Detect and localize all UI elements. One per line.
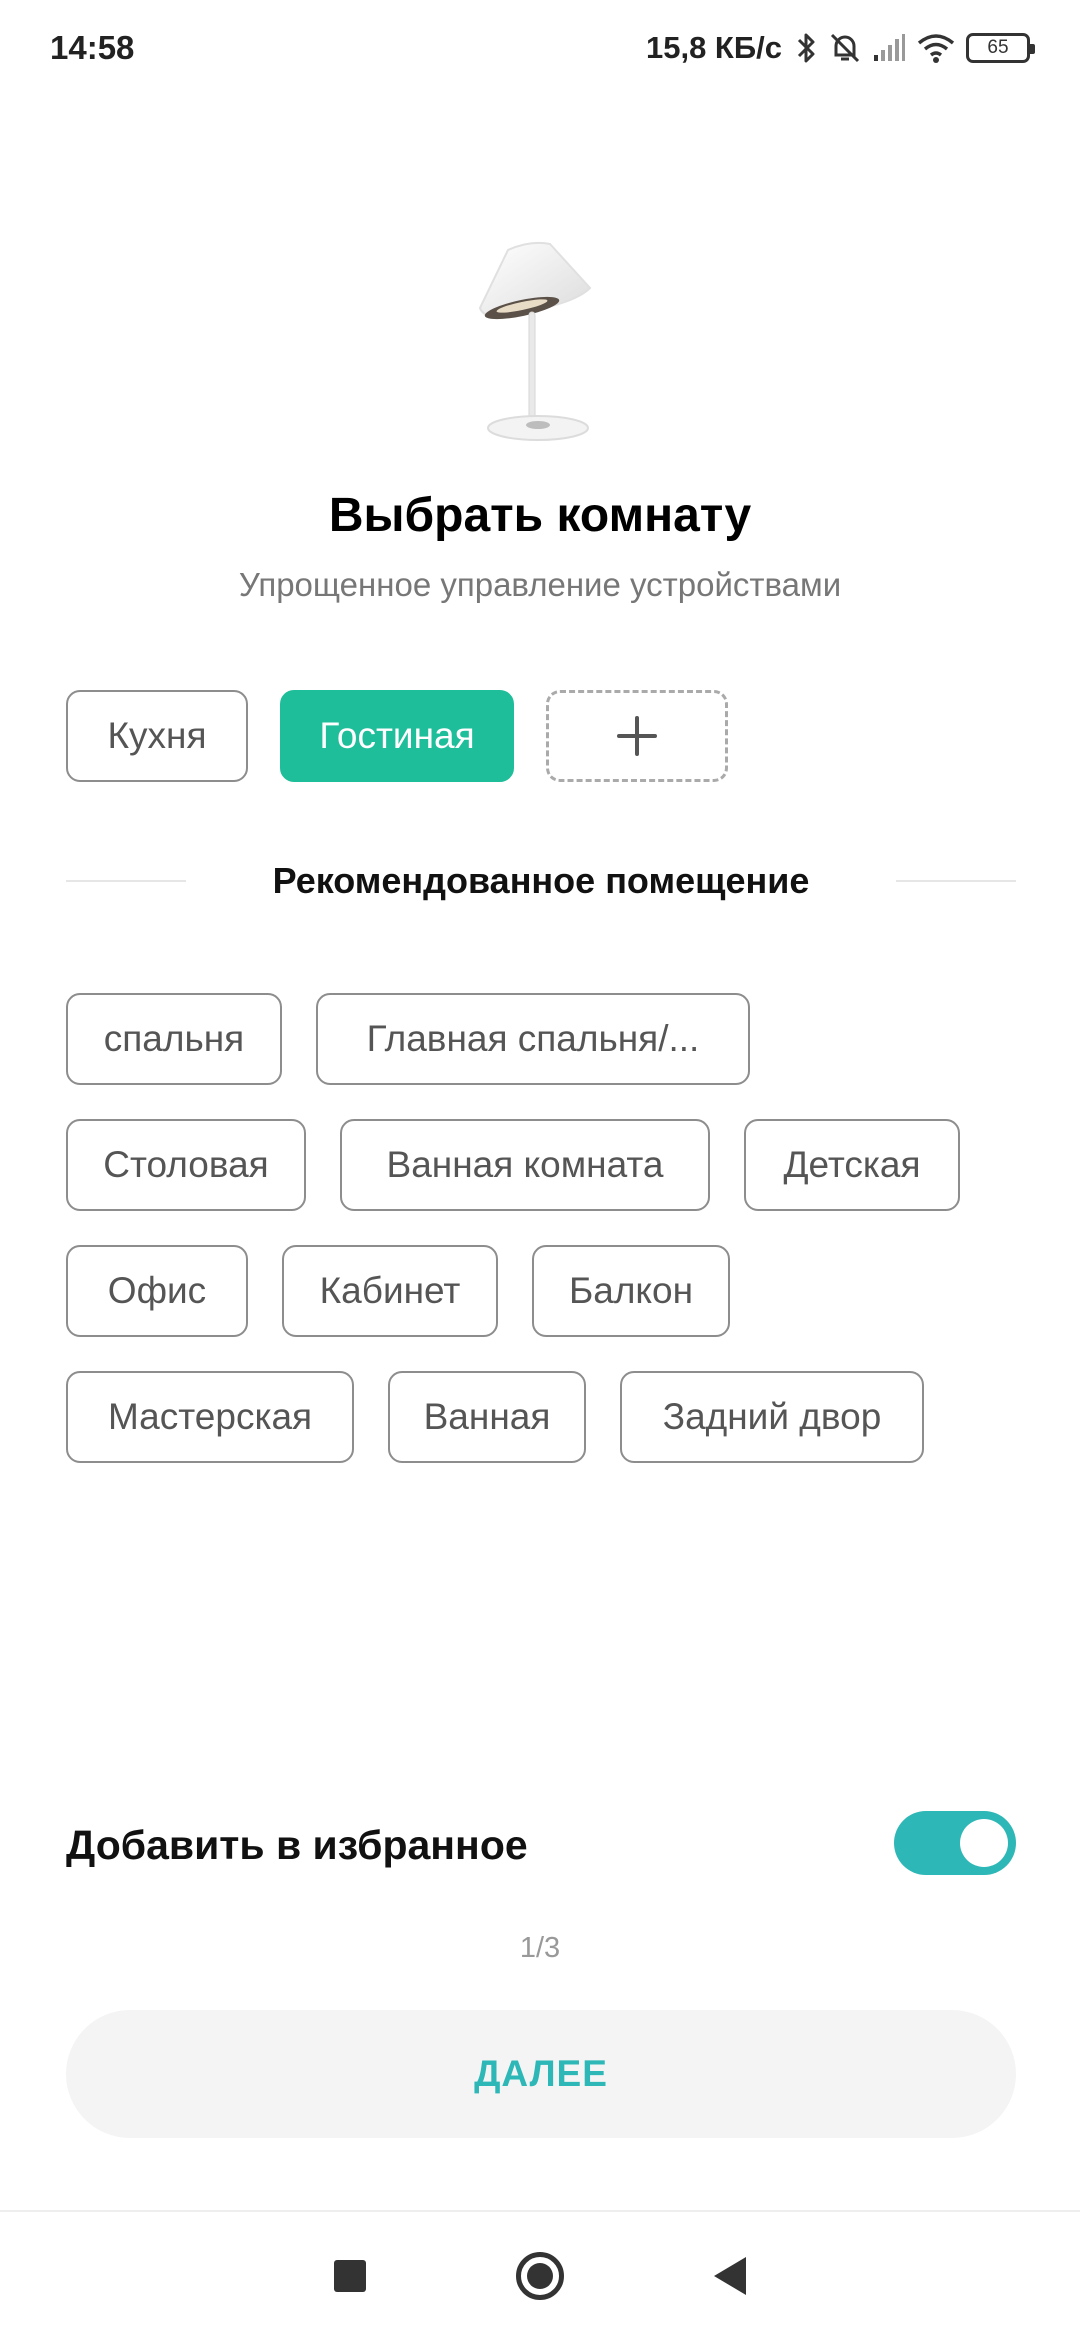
battery-level: 65	[987, 37, 1009, 58]
recommended-chip[interactable]: Балкон	[532, 1245, 730, 1337]
plus-icon	[617, 716, 657, 756]
page-subtitle: Упрощенное управление устройствами	[238, 566, 842, 603]
room-chip-living-room[interactable]: Гостиная	[280, 690, 514, 782]
status-time: 14:58	[50, 29, 135, 66]
recommended-chip[interactable]: Офис	[66, 1245, 248, 1337]
status-bar: 14:58 15,8 КБ/с 65	[0, 0, 1080, 96]
toggle-knob	[960, 1819, 1008, 1867]
bluetooth-icon	[796, 31, 818, 65]
recommended-chip[interactable]: Столовая	[66, 1119, 306, 1211]
chip-label: Ванная комната	[386, 1144, 664, 1185]
favorite-label: Добавить в избранное	[66, 1822, 528, 1868]
battery-icon: 65	[966, 33, 1035, 63]
recommended-heading: Рекомендованное помещение	[66, 860, 1016, 902]
recommended-chip[interactable]: Ванная комната	[340, 1119, 710, 1211]
recommended-row: Офис Кабинет Балкон	[66, 1245, 960, 1337]
chip-label: Балкон	[568, 1270, 694, 1311]
divider-right	[895, 880, 1016, 882]
next-button[interactable]: ДАЛЕЕ	[66, 2010, 1016, 2138]
recommended-row: Столовая Ванная комната Детская	[66, 1119, 960, 1211]
chip-label: Кабинет	[319, 1270, 461, 1311]
network-speed: 15,8 КБ/с	[645, 30, 782, 65]
room-list: Кухня Гостиная	[66, 690, 728, 782]
silent-alarm-icon	[828, 31, 862, 65]
favorite-toggle[interactable]	[894, 1811, 1016, 1875]
add-room-button[interactable]	[546, 690, 728, 782]
chip-label: Главная спальня/...	[366, 1018, 700, 1059]
wifi-icon	[916, 32, 956, 64]
recommended-chip[interactable]: спальня	[66, 993, 282, 1085]
recommended-chip[interactable]: Детская	[744, 1119, 960, 1211]
signal-icon	[872, 33, 906, 63]
recommended-chip[interactable]: Ванная	[388, 1371, 586, 1463]
chip-label: Детская	[783, 1144, 921, 1185]
recommended-list: спальня Главная спальня/... Столовая Ван…	[66, 993, 960, 1463]
recents-icon[interactable]	[334, 2260, 366, 2292]
recommended-chip[interactable]: Кабинет	[282, 1245, 498, 1337]
back-icon[interactable]	[714, 2257, 746, 2295]
recommended-chip[interactable]: Задний двор	[620, 1371, 924, 1463]
navigation-bar	[0, 2210, 1080, 2340]
room-chip-kitchen[interactable]: Кухня	[66, 690, 248, 782]
chip-label: Офис	[107, 1270, 207, 1311]
chip-label: Столовая	[103, 1144, 269, 1185]
recommended-row: спальня Главная спальня/...	[66, 993, 960, 1085]
chip-label: спальня	[103, 1018, 245, 1059]
room-chip-label: Кухня	[107, 715, 207, 756]
home-icon[interactable]	[516, 2252, 564, 2300]
chip-label: Мастерская	[107, 1396, 313, 1437]
status-icons: 15,8 КБ/с 65	[645, 30, 1035, 66]
recommended-chip[interactable]: Главная спальня/...	[316, 993, 750, 1085]
recommended-title: Рекомендованное помещение	[272, 860, 810, 901]
room-chip-label: Гостиная	[319, 715, 475, 756]
screen: 14:58 15,8 КБ/с 65 Выбрать комнату Упрощ…	[0, 0, 1080, 2340]
page-title: Выбрать комнату	[328, 489, 752, 542]
divider-left	[66, 880, 186, 882]
page-indicator: 1/3	[519, 1932, 561, 1964]
chip-label: Ванная	[423, 1396, 551, 1437]
next-button-label: ДАЛЕЕ	[474, 2053, 608, 2094]
recommended-row: Мастерская Ванная Задний двор	[66, 1371, 960, 1463]
recommended-chip[interactable]: Мастерская	[66, 1371, 354, 1463]
chip-label: Задний двор	[662, 1396, 882, 1437]
lamp-illustration	[460, 238, 610, 448]
